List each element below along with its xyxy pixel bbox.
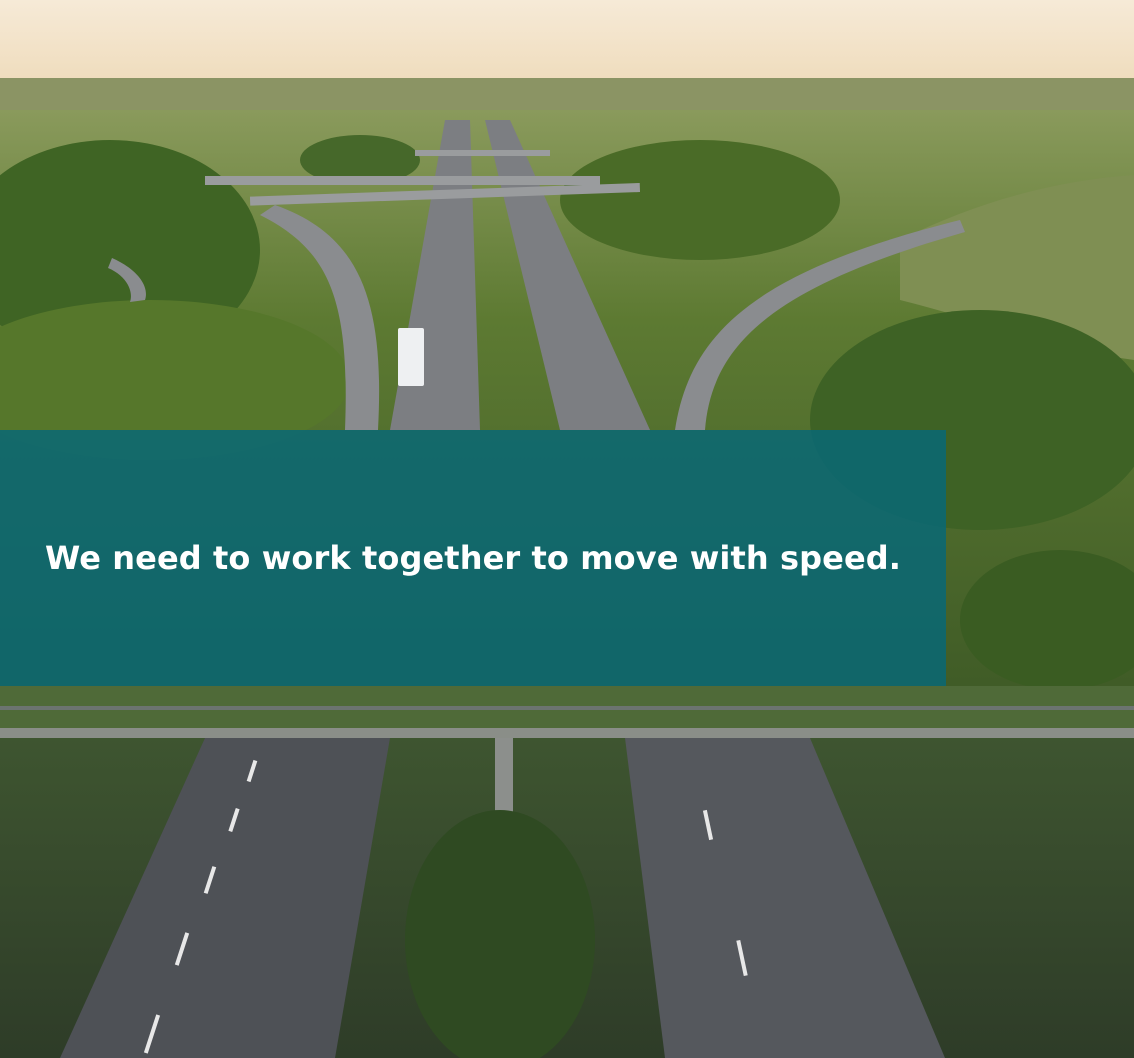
bridge-deck [0,728,1134,738]
bridge-railing [0,706,1134,710]
truck [398,328,424,386]
tree-cluster [560,140,840,260]
headline-text: We need to work together to move with sp… [45,539,902,577]
sky [0,0,1134,84]
median-hedge [405,810,595,1058]
overpass [205,176,600,185]
bridge-pillar [495,738,513,813]
headline-banner: We need to work together to move with sp… [0,430,946,686]
overpass [415,150,550,156]
